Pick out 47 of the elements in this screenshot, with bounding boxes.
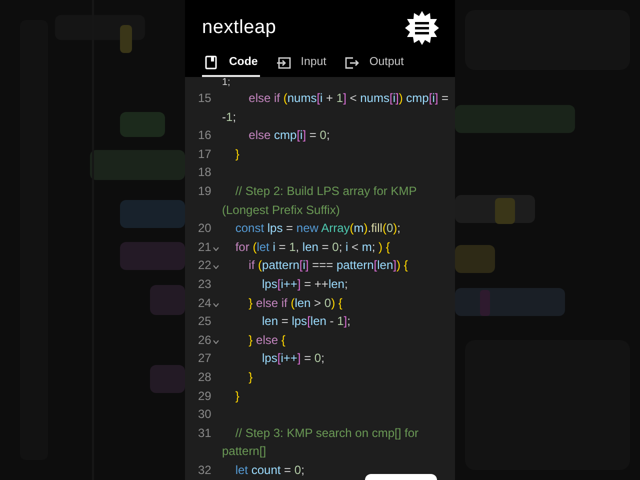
code-line: lps[i++] = ++len; <box>261 276 348 291</box>
line-number: 17 <box>198 146 212 163</box>
code-line: const lps = new Array(m).fill(0); <box>234 221 400 236</box>
line-number: 29 <box>198 388 212 404</box>
code-line: } <box>248 370 253 384</box>
line-number: 18 <box>198 164 212 182</box>
line-number: 16 <box>198 127 212 144</box>
line-number: 24 <box>198 294 212 312</box>
line-number: 19 <box>198 182 212 200</box>
tab[interactable]: Code <box>202 50 260 77</box>
code-line: } <box>234 146 240 161</box>
code-line: if (pattern[i] === pattern[len]) { <box>248 258 408 272</box>
line-number: 30 <box>198 406 212 424</box>
line-number: 25 <box>198 313 212 330</box>
line-number: 26 <box>198 332 212 349</box>
code-line: else cmp[i] = 0; <box>248 128 330 142</box>
chevron-down-icon[interactable] <box>213 340 220 344</box>
code-line: let count = 0; <box>234 462 304 477</box>
code-line: for (let i = 1, len = 0; i < m; ) { <box>234 240 390 254</box>
arrow-out-of-box-icon <box>344 55 360 70</box>
code-line: } <box>234 388 240 402</box>
code-line: 1; <box>222 77 230 88</box>
line-number: 20 <box>198 220 212 238</box>
line-number: 15 <box>198 90 212 107</box>
code-line: lps[i++] = 0; <box>261 351 324 366</box>
menu-icon[interactable] <box>405 11 439 45</box>
chevron-down-icon[interactable] <box>213 302 220 307</box>
tab[interactable]: Output <box>342 50 406 77</box>
code-line: } else { <box>248 332 286 347</box>
code-line: len = lps[len - 1]; <box>261 314 350 328</box>
line-number: 21 <box>198 238 212 256</box>
line-number: 22 <box>198 257 212 274</box>
chevron-down-icon[interactable] <box>213 246 220 251</box>
line-number: 23 <box>198 276 212 293</box>
line-number: 32 <box>198 462 212 479</box>
line-number: 28 <box>198 368 212 386</box>
code-line: } else if (len > 0) { <box>248 296 342 310</box>
line-number: 27 <box>198 350 212 368</box>
line-number: 31 <box>198 424 212 442</box>
code-line: else if (nums[i + 1] < nums[i]) cmp[i] = -1; <box>222 91 450 124</box>
code-comment: // Step 3: KMP search on cmp[] for pattern[] <box>222 426 420 458</box>
logo: nextleap <box>202 16 276 40</box>
chevron-down-icon[interactable] <box>213 265 220 270</box>
tab[interactable]: Input <box>274 50 328 77</box>
book-icon <box>204 55 219 70</box>
arrow-into-box-icon <box>276 55 291 70</box>
code-comment: // Step 2: Build LPS array for KMP (Longest Prefix Suffix) <box>222 184 418 217</box>
